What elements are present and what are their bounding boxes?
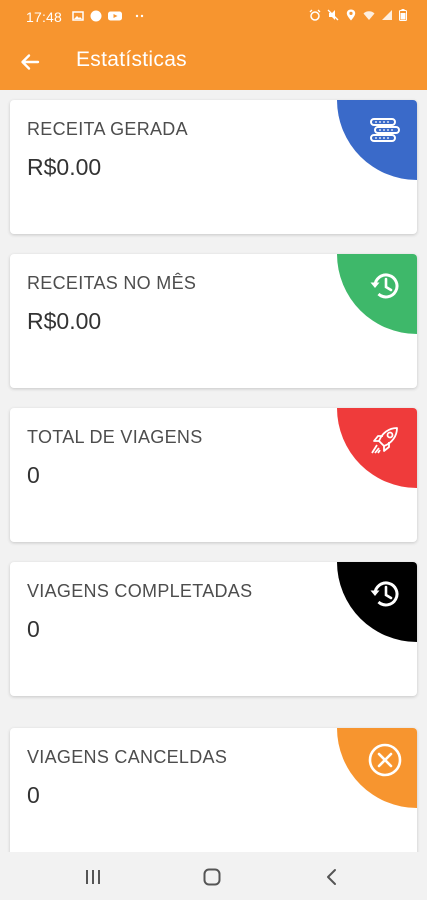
card-corner (337, 100, 417, 180)
alarm-icon (309, 9, 321, 21)
card-receita-gerada: RECEITA GERADA R$0.00 (10, 100, 417, 234)
mute-icon (327, 9, 339, 21)
cancel-circle-icon (368, 743, 402, 777)
card-label: RECEITAS NO MÊS (27, 273, 197, 293)
rocket-icon (371, 427, 398, 454)
card-label: VIAGENS CANCELDAS (27, 747, 228, 767)
location-icon (346, 9, 356, 21)
card-corner (337, 728, 417, 808)
title-bar: Estatísticas (0, 34, 427, 90)
wifi-icon (363, 11, 375, 20)
system-nav-bar (0, 852, 427, 900)
coins-stack-icon (370, 118, 400, 142)
youtube-icon (108, 11, 122, 21)
card-value: 0 (27, 782, 40, 808)
battery-icon (399, 9, 407, 21)
history-icon (370, 273, 399, 299)
home-icon[interactable] (201, 866, 223, 888)
circle-icon (90, 10, 102, 22)
card-receitas-no-mes: RECEITAS NO MÊS R$0.00 (10, 254, 417, 388)
history-icon (370, 581, 399, 607)
back-icon[interactable] (321, 866, 343, 888)
app-bar: 17:48 Estatísticas (0, 0, 427, 90)
page-title: Estatísticas (76, 48, 187, 71)
card-corner (337, 408, 417, 488)
arrow-left-icon[interactable] (14, 46, 46, 78)
card-label: RECEITA GERADA (27, 119, 188, 139)
gallery-icon (72, 11, 84, 21)
card-corner (337, 254, 417, 334)
card-total-de-viagens: TOTAL DE VIAGENS 0 (10, 408, 417, 542)
card-label: TOTAL DE VIAGENS (27, 427, 203, 447)
card-viagens-canceldas: VIAGENS CANCELDAS 0 (10, 728, 417, 868)
card-value: R$0.00 (27, 154, 102, 180)
card-label: VIAGENS COMPLETADAS (27, 581, 253, 601)
dots-icon (135, 14, 144, 18)
card-value: 0 (27, 462, 40, 488)
card-value: R$0.00 (27, 308, 102, 334)
status-bar: 17:48 (0, 0, 427, 34)
card-value: 0 (27, 616, 40, 642)
signal-icon (382, 10, 392, 20)
card-corner (337, 562, 417, 642)
card-viagens-completadas: VIAGENS COMPLETADAS 0 (10, 562, 417, 696)
recent-apps-icon[interactable] (82, 866, 104, 888)
status-time: 17:48 (26, 9, 63, 25)
